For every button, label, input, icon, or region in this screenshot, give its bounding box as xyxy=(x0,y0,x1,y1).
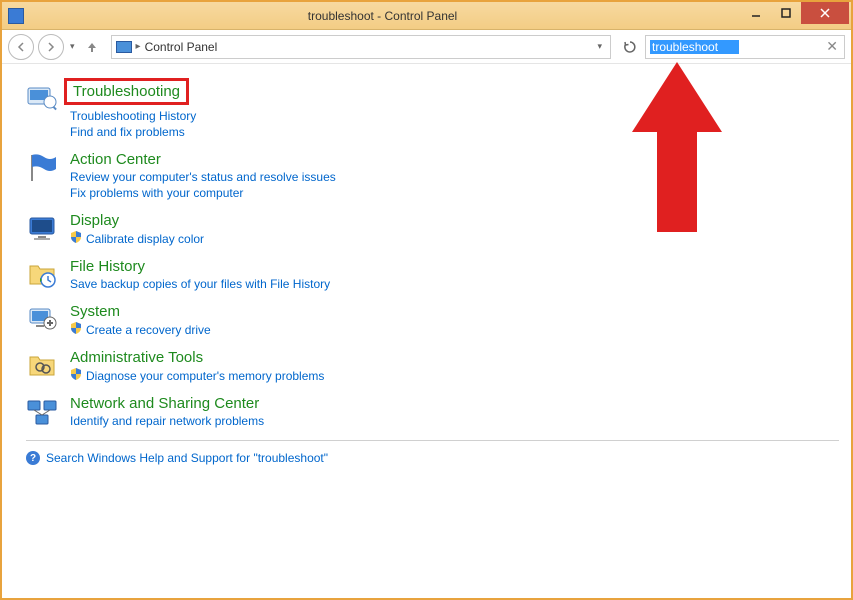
result-sublink-label: Identify and repair network problems xyxy=(70,414,264,428)
result-title-link[interactable]: Administrative Tools xyxy=(70,349,203,366)
window-title: troubleshoot - Control Panel xyxy=(24,9,741,23)
result-sublink[interactable]: Create a recovery drive xyxy=(70,322,211,337)
forward-button[interactable] xyxy=(38,34,64,60)
result-sublink[interactable]: Calibrate display color xyxy=(70,231,204,246)
result-item: Network and Sharing Center Identify and r… xyxy=(26,395,839,428)
result-item: Display Calibrate display color xyxy=(26,212,839,246)
flag-icon xyxy=(26,151,58,183)
admin-tools-icon xyxy=(26,349,58,381)
file-history-icon xyxy=(26,258,58,290)
result-body: Action Center Review your computer's stat… xyxy=(70,151,336,200)
search-value: troubleshoot xyxy=(650,40,739,54)
result-title-link[interactable]: Action Center xyxy=(70,151,161,168)
display-icon xyxy=(26,212,58,244)
result-title-link[interactable]: Display xyxy=(70,212,119,229)
troubleshooting-icon xyxy=(26,80,58,112)
result-sublink[interactable]: Review your computer's status and resolv… xyxy=(70,170,336,184)
result-sublink-label: Review your computer's status and resolv… xyxy=(70,170,336,184)
help-icon: ? xyxy=(26,451,40,465)
results-pane: Troubleshooting Troubleshooting History Fi… xyxy=(2,64,851,598)
result-title-link[interactable]: System xyxy=(70,303,120,320)
result-item: Administrative Tools Diagnose your comput… xyxy=(26,349,839,383)
result-title-link[interactable]: Troubleshooting xyxy=(64,78,189,105)
search-input[interactable]: troubleshoot ✕ xyxy=(645,35,845,59)
history-dropdown-icon[interactable]: ▾ xyxy=(68,41,77,52)
result-sublink-label: Troubleshooting History xyxy=(70,109,196,123)
result-body: Network and Sharing Center Identify and r… xyxy=(70,395,264,428)
result-item: Action Center Review your computer's stat… xyxy=(26,151,839,200)
uac-shield-icon xyxy=(70,322,82,337)
result-sublink[interactable]: Find and fix problems xyxy=(70,125,185,139)
result-sublink-label: Save backup copies of your files with Fi… xyxy=(70,277,330,291)
address-dropdown-icon[interactable]: ▾ xyxy=(593,41,606,52)
refresh-button[interactable] xyxy=(619,36,641,58)
result-item: Troubleshooting Troubleshooting History Fi… xyxy=(26,80,839,139)
maximize-button[interactable] xyxy=(771,2,801,24)
result-sublink[interactable]: Save backup copies of your files with Fi… xyxy=(70,277,330,291)
system-icon xyxy=(26,303,58,335)
result-item: System Create a recovery drive xyxy=(26,303,839,337)
result-sublink-label: Fix problems with your computer xyxy=(70,186,243,200)
chevron-right-icon: ▸ xyxy=(136,41,141,52)
result-item: File History Save backup copies of your f… xyxy=(26,258,839,291)
result-body: Administrative Tools Diagnose your comput… xyxy=(70,349,324,383)
result-sublink-label: Diagnose your computer's memory problems xyxy=(86,369,324,383)
up-button[interactable] xyxy=(81,36,103,58)
breadcrumb-control-panel[interactable]: Control Panel xyxy=(145,40,218,54)
result-body: Display Calibrate display color xyxy=(70,212,204,246)
result-title-link[interactable]: Network and Sharing Center xyxy=(70,395,259,412)
address-bar[interactable]: ▸ Control Panel ▾ xyxy=(111,35,611,59)
result-body: System Create a recovery drive xyxy=(70,303,211,337)
result-sublink-label: Calibrate display color xyxy=(86,232,204,246)
navigation-bar: ▾ ▸ Control Panel ▾ troubleshoot ✕ xyxy=(2,30,851,64)
network-icon xyxy=(26,395,58,427)
help-search-link[interactable]: ? Search Windows Help and Support for "t… xyxy=(26,451,839,465)
result-sublink[interactable]: Fix problems with your computer xyxy=(70,186,243,200)
result-title-link[interactable]: File History xyxy=(70,258,145,275)
uac-shield-icon xyxy=(70,231,82,246)
clear-search-icon[interactable]: ✕ xyxy=(824,38,840,55)
result-body: File History Save backup copies of your f… xyxy=(70,258,330,291)
window-controls xyxy=(741,2,851,29)
divider xyxy=(26,440,839,441)
window-titlebar: troubleshoot - Control Panel xyxy=(2,2,851,30)
close-button[interactable] xyxy=(801,2,849,24)
control-panel-icon xyxy=(116,41,132,53)
result-sublink[interactable]: Troubleshooting History xyxy=(70,109,196,123)
result-body: TroubleshootingTroubleshooting HistoryFi… xyxy=(70,80,196,139)
control-panel-app-icon xyxy=(8,8,24,24)
help-search-label: Search Windows Help and Support for "tro… xyxy=(46,451,328,465)
result-sublink[interactable]: Identify and repair network problems xyxy=(70,414,264,428)
result-sublink-label: Create a recovery drive xyxy=(86,323,211,337)
back-button[interactable] xyxy=(8,34,34,60)
result-sublink-label: Find and fix problems xyxy=(70,125,185,139)
result-sublink[interactable]: Diagnose your computer's memory problems xyxy=(70,368,324,383)
uac-shield-icon xyxy=(70,368,82,383)
minimize-button[interactable] xyxy=(741,2,771,24)
